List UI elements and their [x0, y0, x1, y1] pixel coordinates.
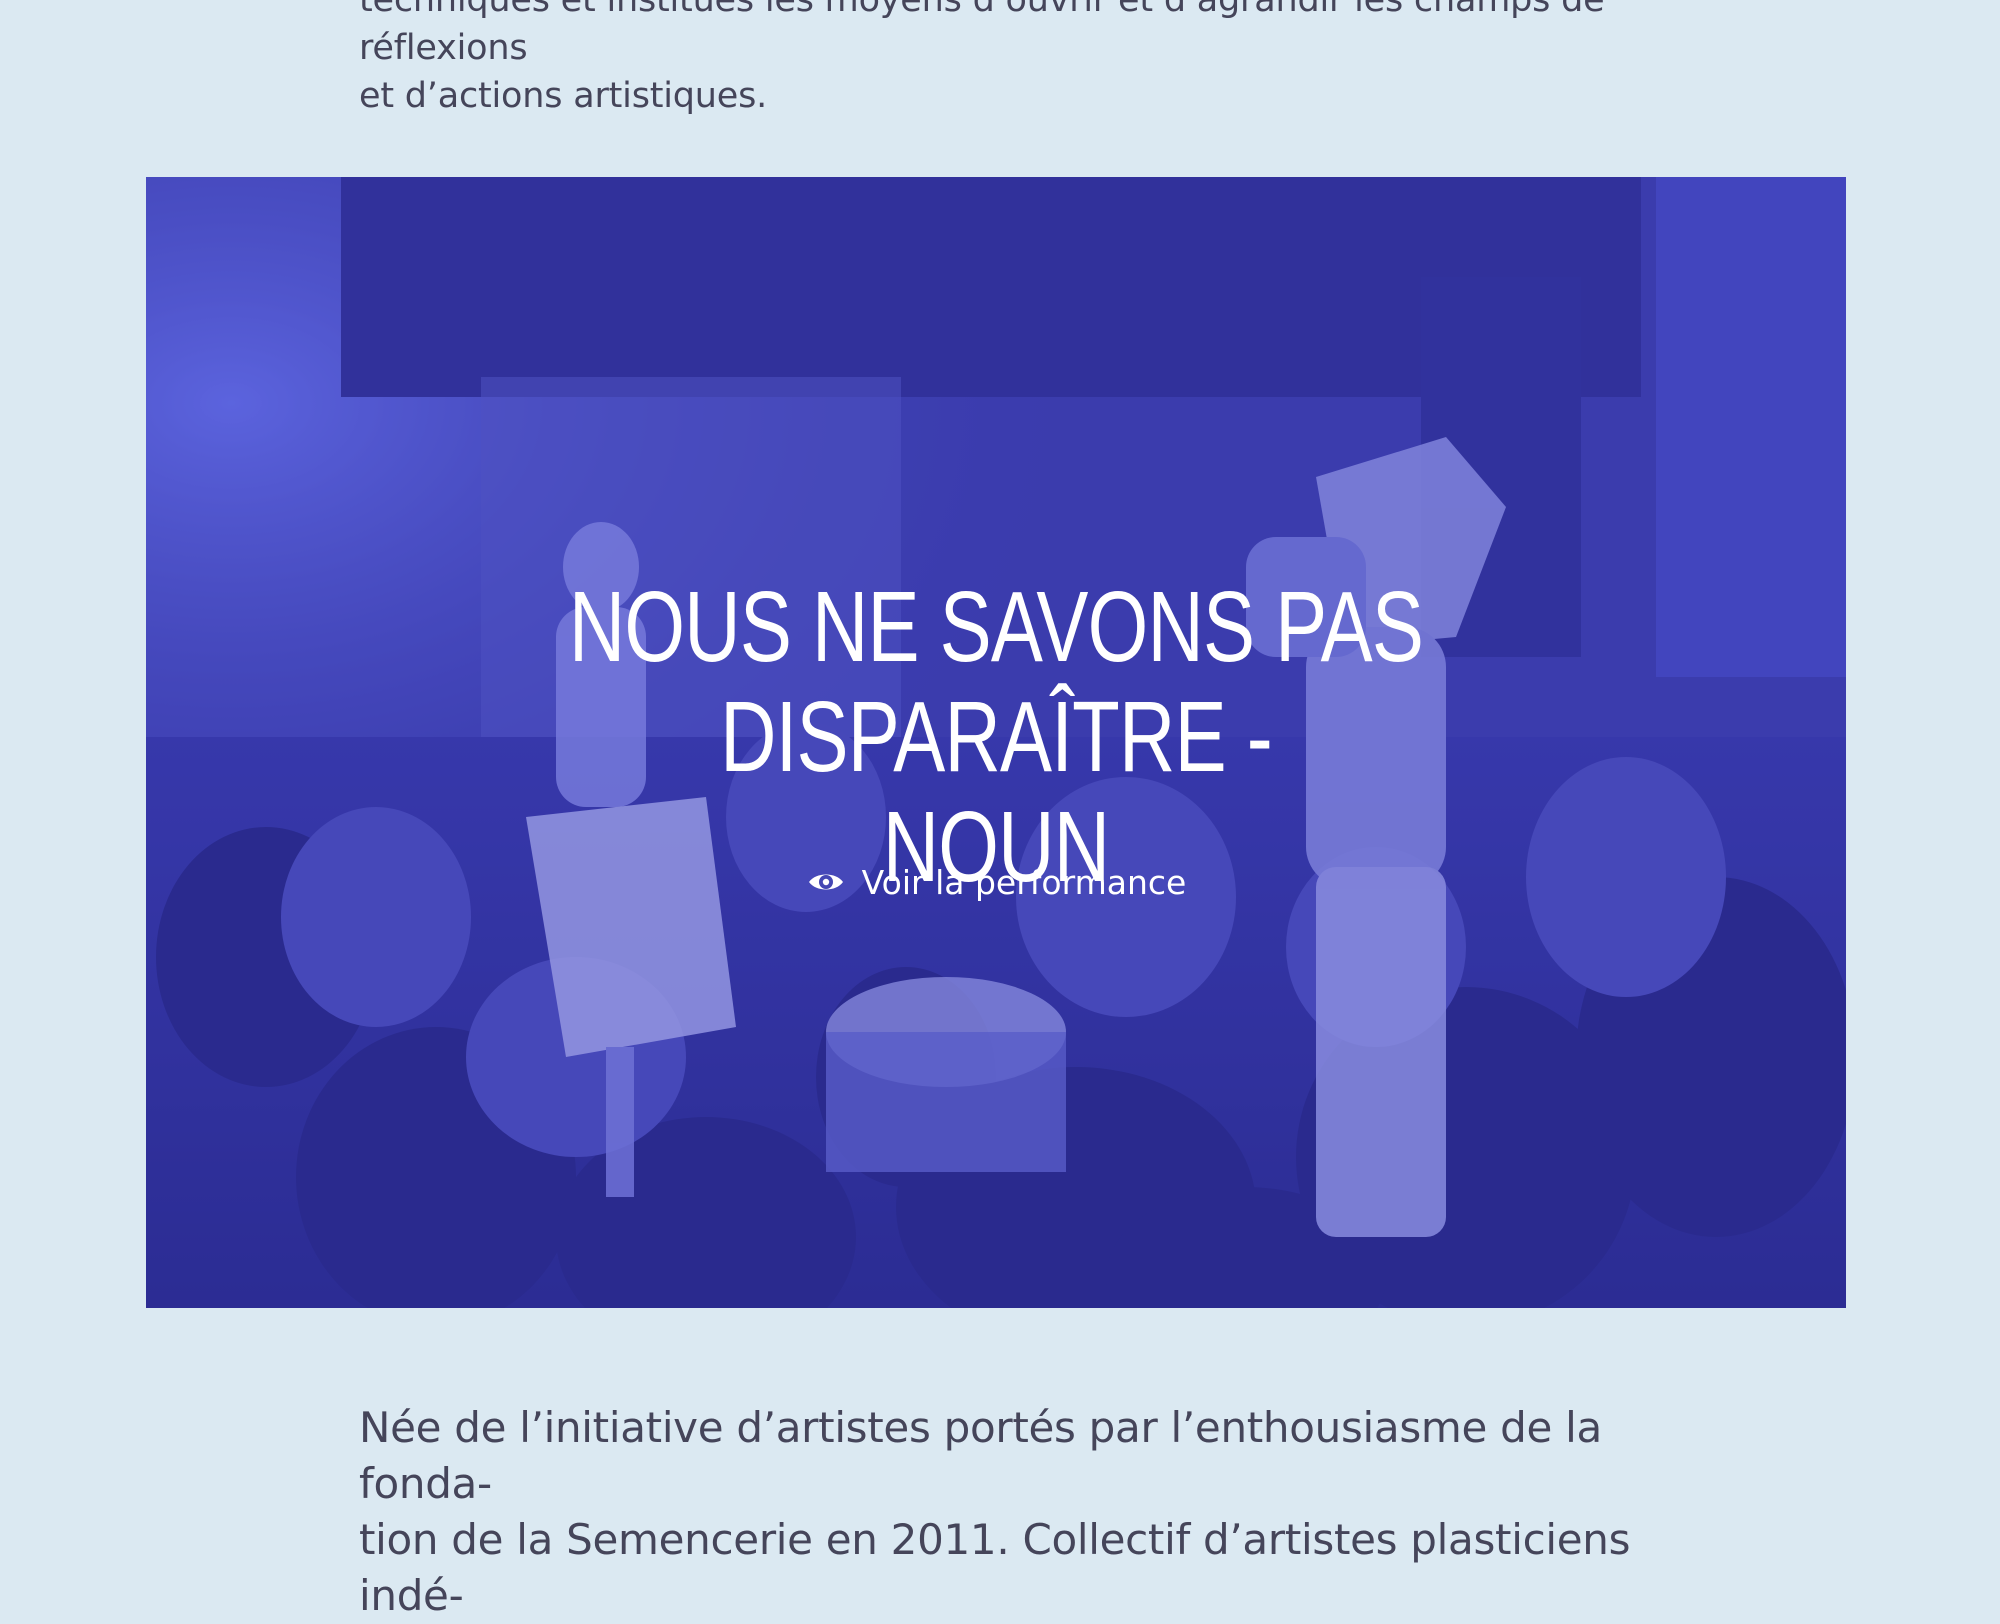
hero-content: NOUS NE SAVONS PAS DISPARAÎTRE - NOUN Vo…	[146, 177, 1846, 1308]
about-line: tion de la Semencerie en 2011. Collectif…	[359, 1515, 1631, 1620]
view-performance-link[interactable]: Voir la performance	[146, 862, 1846, 902]
intro-line: techniques et institués les moyens d’ouv…	[359, 0, 1605, 68]
performance-title: NOUS NE SAVONS PAS DISPARAÎTRE - NOUN	[411, 572, 1581, 902]
view-performance-label: Voir la performance	[861, 862, 1187, 902]
intro-paragraph: techniques et institués les moyens d’ouv…	[359, 0, 1649, 120]
eye-icon	[806, 862, 846, 902]
performance-hero[interactable]: NOUS NE SAVONS PAS DISPARAÎTRE - NOUN Vo…	[146, 177, 1846, 1308]
performance-title-line: NOUS NE SAVONS PAS DISPARAÎTRE -	[568, 571, 1424, 793]
intro-line: et d’actions artistiques.	[359, 76, 768, 116]
about-paragraph: Née de l’initiative d’artistes portés pa…	[359, 1400, 1649, 1624]
about-line: Née de l’initiative d’artistes portés pa…	[359, 1403, 1602, 1508]
